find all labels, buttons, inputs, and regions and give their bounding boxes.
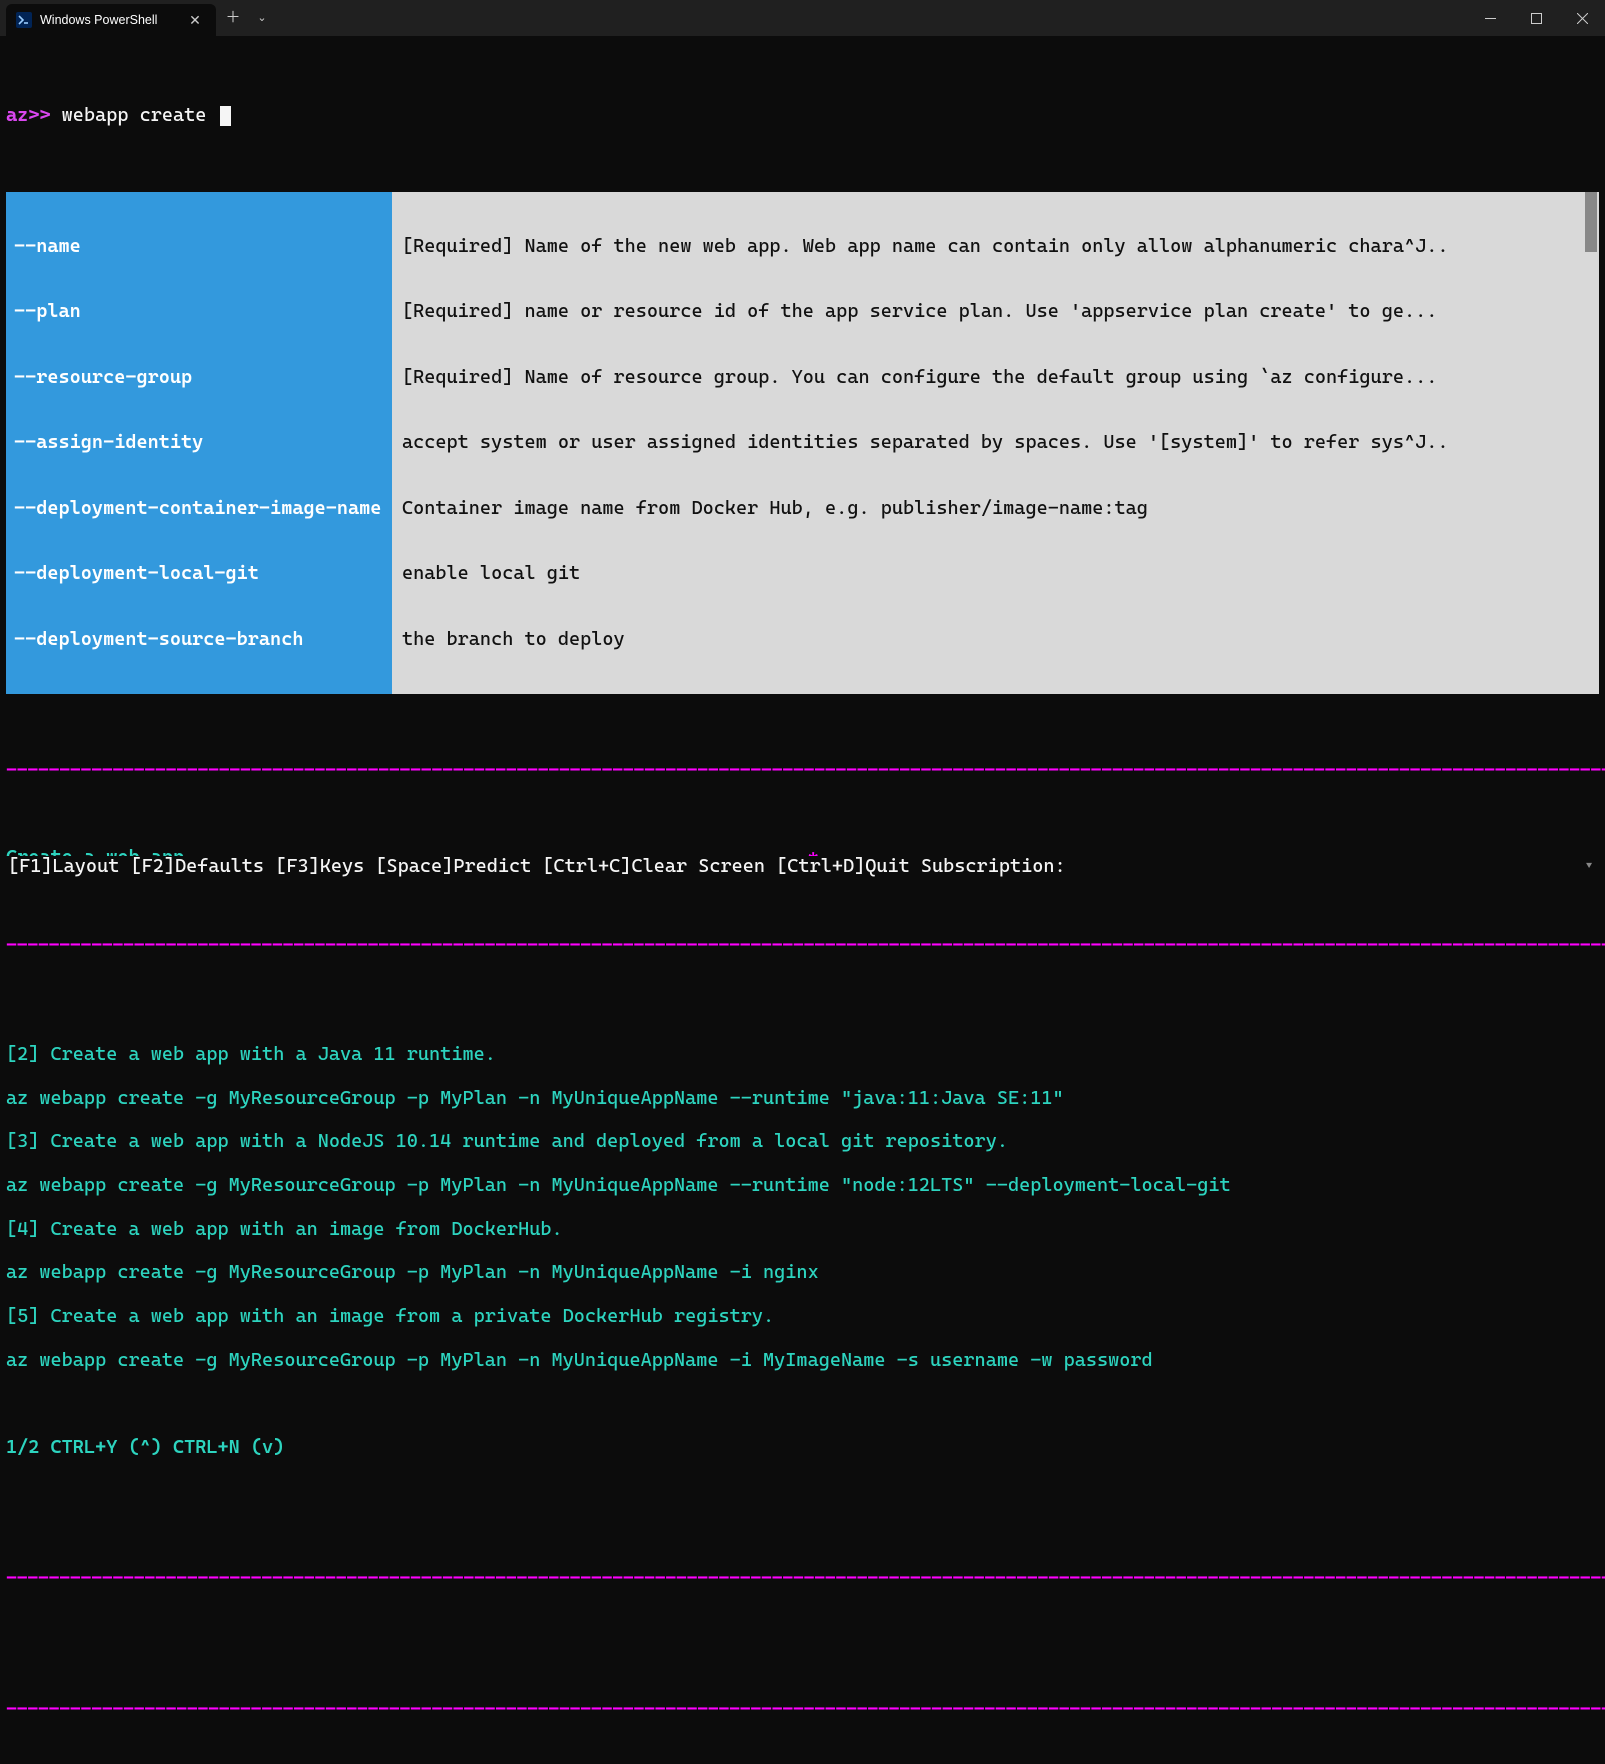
- terminal-area[interactable]: az>> webapp create --name --plan --resou…: [0, 36, 1605, 1764]
- completion-desc: the branch to deploy: [392, 629, 1583, 651]
- completion-desc: Container image name from Docker Hub, e.…: [392, 498, 1583, 520]
- example-line: az webapp create -g MyResourceGroup -p M…: [6, 1262, 1599, 1284]
- completion-params-column[interactable]: --name --plan --resource-group --assign-…: [6, 192, 392, 694]
- divider-line: ----------------------------------------…: [0, 760, 1605, 782]
- completion-param[interactable]: --plan: [6, 301, 386, 323]
- example-line: [3] Create a web app with a NodeJS 10.14…: [6, 1131, 1599, 1153]
- completion-param[interactable]: --resource-group: [6, 367, 386, 389]
- example-line: az webapp create -g MyResourceGroup -p M…: [6, 1088, 1599, 1110]
- completion-desc-column: [Required] Name of the new web app. Web …: [392, 192, 1583, 694]
- powershell-icon: [16, 12, 32, 28]
- completion-param[interactable]: --deployment-source-branch: [6, 629, 386, 651]
- example-line: [5] Create a web app with an image from …: [6, 1306, 1599, 1328]
- cursor: [220, 106, 231, 126]
- completion-scrollbar-thumb[interactable]: [1585, 192, 1597, 252]
- example-line: [2] Create a web app with a Java 11 runt…: [6, 1044, 1599, 1066]
- new-tab-button[interactable]: ＋: [216, 0, 250, 36]
- command-input[interactable]: webapp create: [62, 104, 218, 126]
- example-line: az webapp create -g MyResourceGroup -p M…: [6, 1175, 1599, 1197]
- completion-desc: enable local git: [392, 563, 1583, 585]
- divider-line: ----------------------------------------…: [0, 935, 1605, 957]
- example-line: [4] Create a web app with an image from …: [6, 1219, 1599, 1241]
- completion-param[interactable]: --deployment-container-image-name: [6, 498, 386, 520]
- completion-scrollbar[interactable]: [1583, 192, 1599, 694]
- divider-line: ----------------------------------------…: [0, 1699, 1605, 1721]
- completion-desc: [Required] Name of resource group. You c…: [392, 367, 1583, 389]
- pager-hint: 1/2 CTRL+Y (^) CTRL+N (v): [6, 1437, 1599, 1459]
- tab-powershell[interactable]: Windows PowerShell ✕: [6, 4, 216, 36]
- completion-desc: [Required] Name of the new web app. Web …: [392, 236, 1583, 258]
- close-button[interactable]: [1559, 0, 1605, 36]
- tab-dropdown-button[interactable]: ⌄: [250, 0, 274, 36]
- completion-desc: [Required] name or resource id of the ap…: [392, 301, 1583, 323]
- tab-title: Windows PowerShell: [40, 13, 157, 27]
- completion-popup[interactable]: --name --plan --resource-group --assign-…: [6, 192, 1599, 694]
- completion-param[interactable]: --assign-identity: [6, 432, 386, 454]
- prompt-line[interactable]: az>> webapp create: [0, 102, 1605, 127]
- window-controls: [1467, 0, 1605, 36]
- completion-param[interactable]: --deployment-local-git: [6, 563, 386, 585]
- tab-close-button[interactable]: ✕: [186, 11, 204, 29]
- completion-param[interactable]: --name: [6, 236, 386, 258]
- footer-text: [F1]Layout [F2]Defaults [F3]Keys [Space]…: [8, 856, 1066, 878]
- examples-block: [2] Create a web app with a Java 11 runt…: [0, 1022, 1605, 1503]
- prompt-prefix: az>>: [6, 104, 62, 126]
- scroll-down-icon[interactable]: ▾: [1581, 859, 1597, 875]
- completion-desc: accept system or user assigned identitie…: [392, 432, 1583, 454]
- maximize-button[interactable]: [1513, 0, 1559, 36]
- minimize-button[interactable]: [1467, 0, 1513, 36]
- example-line: az webapp create -g MyResourceGroup -p M…: [6, 1350, 1599, 1372]
- footer-bar: [F1]Layout [F2]Defaults [F3]Keys [Space]…: [0, 856, 1605, 882]
- window-titlebar: Windows PowerShell ✕ ＋ ⌄: [0, 0, 1605, 36]
- divider-line: ----------------------------------------…: [0, 1568, 1605, 1590]
